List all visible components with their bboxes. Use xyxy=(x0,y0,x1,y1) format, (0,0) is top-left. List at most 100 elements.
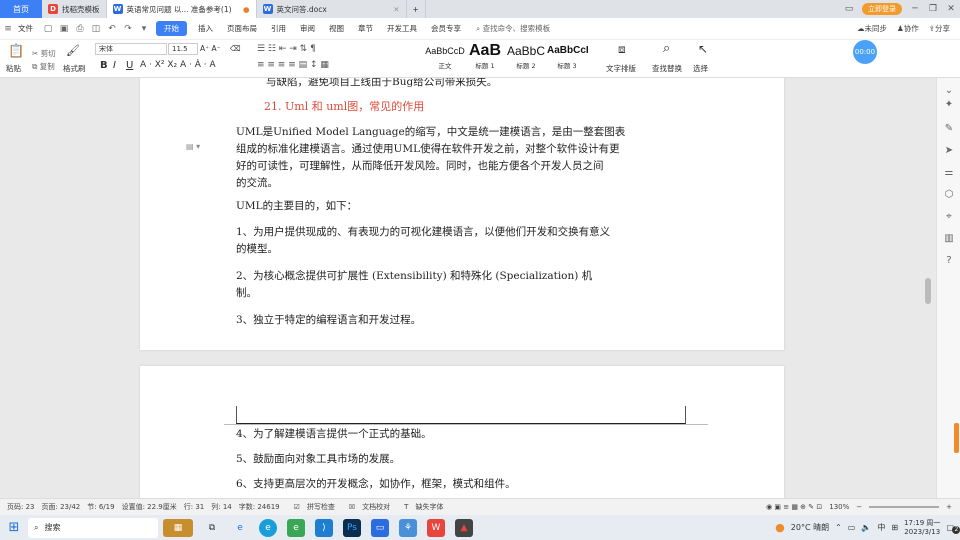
redo-icon[interactable]: ↷ xyxy=(120,24,136,34)
vscode-icon[interactable]: ⟩ xyxy=(315,518,333,537)
paste-button[interactable]: 粘贴 xyxy=(6,63,21,74)
zoom-level[interactable]: 130% xyxy=(829,503,849,511)
status-page-number[interactable]: 页码: 23 xyxy=(7,502,35,512)
volume-icon[interactable]: 🔈 xyxy=(861,523,871,532)
print-icon[interactable]: ⎙ xyxy=(72,24,88,34)
window-app-icon[interactable]: ▭ xyxy=(371,518,389,537)
network-app-icon[interactable]: ⚘ xyxy=(399,518,417,537)
zoom-out-icon[interactable]: − xyxy=(856,503,862,511)
underline-button[interactable]: U xyxy=(126,60,133,71)
layout-icon[interactable]: ▭ xyxy=(840,0,858,18)
font-size-select[interactable]: 11.5 xyxy=(168,43,198,55)
network-icon[interactable]: ▭ xyxy=(848,523,856,532)
wps-icon[interactable]: W xyxy=(427,518,445,537)
spell-check[interactable]: ☑ 拼写检查 xyxy=(287,502,335,512)
command-search[interactable]: ⌕ 查找命令、搜索模板 xyxy=(476,23,550,34)
find-replace-button[interactable]: 查找替换 xyxy=(652,63,682,74)
menu-member[interactable]: 会员专享 xyxy=(424,23,468,34)
book-icon[interactable]: ▥ xyxy=(942,232,956,246)
align-icons[interactable]: ≡ ≡ ≡ ≡ ▤ ↕ ▦ xyxy=(257,60,329,70)
paste-icon[interactable]: 📋 xyxy=(8,44,24,59)
menu-review[interactable]: 审阅 xyxy=(293,23,322,34)
tab-doc-2[interactable]: W 英文问答.docx ✕ xyxy=(257,0,407,18)
ime-settings-icon[interactable]: ⊞ xyxy=(891,523,898,532)
expand-icon[interactable]: ⌄ xyxy=(942,84,956,98)
tab-doc-1[interactable]: W 英语常见问题 以... 准备参考(1) ● xyxy=(106,0,257,18)
paragraph-marker-icon[interactable]: ▤ ▾ xyxy=(186,142,200,151)
select-button[interactable]: 选择 xyxy=(693,63,708,74)
cut-button[interactable]: ✂ 剪切 xyxy=(32,48,56,59)
home-tab[interactable]: 首页 xyxy=(0,0,42,18)
status-words[interactable]: 字数: 24619 xyxy=(239,502,280,512)
status-page[interactable]: 页面: 23/42 xyxy=(42,502,81,512)
status-setting[interactable]: 设置值: 22.9厘米 xyxy=(122,502,177,512)
pen-icon[interactable]: ✎ xyxy=(942,122,956,136)
save-icon[interactable]: ▣ xyxy=(56,24,72,34)
notification-icon[interactable]: ▢ 2 xyxy=(946,523,960,534)
font-name-select[interactable]: 宋体 xyxy=(95,43,167,55)
shape-icon[interactable]: ⬡ xyxy=(942,188,956,202)
status-section[interactable]: 节: 6/19 xyxy=(87,502,114,512)
menu-home[interactable]: 开始 xyxy=(156,21,187,36)
bold-button[interactable]: B xyxy=(100,60,108,71)
weather[interactable]: 20°C 晴朗 xyxy=(791,522,829,533)
tab-template[interactable]: D 找稻壳模板 xyxy=(42,0,107,18)
pointer-icon[interactable]: ➤ xyxy=(942,144,956,158)
print-preview-icon[interactable]: ◫ xyxy=(88,24,104,34)
timer-badge[interactable]: 00:00 xyxy=(853,40,877,64)
help-icon[interactable]: ? xyxy=(942,254,956,268)
ie-icon[interactable]: e xyxy=(231,519,249,537)
orange-marker[interactable] xyxy=(954,423,959,453)
menu-layout[interactable]: 页面布局 xyxy=(220,23,264,34)
dropdown-icon[interactable]: ▾ xyxy=(136,24,152,34)
doc-proof[interactable]: ☒ 文档校对 xyxy=(342,502,390,512)
tray-arrow-icon[interactable]: ⌃ xyxy=(835,523,842,532)
menu-view[interactable]: 视图 xyxy=(322,23,351,34)
copy-button[interactable]: ⧉ 复制 xyxy=(32,61,55,72)
undo-icon[interactable]: ↶ xyxy=(104,24,120,34)
menu-insert[interactable]: 插入 xyxy=(191,23,220,34)
new-doc-icon[interactable]: ▢ xyxy=(40,24,56,34)
brush-icon[interactable]: 🖌 xyxy=(66,44,80,57)
task-view-icon[interactable]: ⧉ xyxy=(203,519,221,537)
zoom-slider[interactable] xyxy=(869,506,940,508)
search-highlight-icon[interactable]: ▦ xyxy=(163,518,193,537)
menu-section[interactable]: 章节 xyxy=(351,23,380,34)
collab-button[interactable]: ♟协作 xyxy=(897,23,919,34)
minimize-icon[interactable]: ─ xyxy=(906,0,924,18)
ime-indicator[interactable]: 中 xyxy=(877,522,885,533)
new-tab-button[interactable]: + xyxy=(407,0,426,18)
taskbar-search[interactable]: ⌕ 搜索 xyxy=(28,517,158,538)
windows-start-icon[interactable]: ⊞ xyxy=(5,519,23,537)
close-icon[interactable]: ✕ xyxy=(393,5,399,14)
login-button[interactable]: 立即登录 xyxy=(862,3,902,15)
clear-format-icon[interactable]: ⌫ xyxy=(230,44,241,53)
location-icon[interactable]: ⌖ xyxy=(942,210,956,224)
style-normal[interactable]: AaBbCcD 正文 xyxy=(425,42,465,72)
vertical-scrollbar-thumb[interactable] xyxy=(925,278,931,304)
sync-status[interactable]: ☁未同步 xyxy=(857,23,887,34)
edge-icon[interactable]: e xyxy=(259,518,277,537)
document-workspace[interactable]: 与缺陷，避免项目上线由于Bug给公司带来损失。 21. Uml 和 uml图，常… xyxy=(0,78,936,498)
italic-button[interactable]: I xyxy=(113,60,116,71)
jetbrains-icon[interactable]: ▲ xyxy=(455,518,473,537)
menu-reference[interactable]: 引用 xyxy=(264,23,293,34)
style-icon[interactable]: ✦ xyxy=(942,98,956,112)
text-layout-button[interactable]: 文字排版 xyxy=(606,63,636,74)
menu-developer[interactable]: 开发工具 xyxy=(380,23,424,34)
share-button[interactable]: ⇪分享 xyxy=(929,23,950,34)
style-heading-3[interactable]: AaBbCcI 标题 3 xyxy=(547,42,589,72)
hamburger-icon[interactable]: ≡ xyxy=(0,24,16,34)
grow-font-icon[interactable]: A⁺ A⁻ xyxy=(200,44,221,53)
format-painter-button[interactable]: 格式刷 xyxy=(63,63,86,74)
view-icons[interactable]: ◉ ▣ ≡ ▦ ⊕ ✎ ⊡ xyxy=(766,503,822,511)
green-browser-icon[interactable]: e xyxy=(287,518,305,537)
style-heading-1[interactable]: AaB 标题 1 xyxy=(465,42,505,72)
file-menu[interactable]: 文件 xyxy=(16,23,40,34)
font-effects-icon[interactable]: A · X² X₂ A · Ȧ · A xyxy=(140,60,216,70)
style-heading-2[interactable]: AaBbC 标题 2 xyxy=(506,42,546,72)
close-window-icon[interactable]: ✕ xyxy=(942,0,960,18)
photoshop-icon[interactable]: Ps xyxy=(343,518,361,537)
zoom-in-icon[interactable]: + xyxy=(946,503,952,511)
list-icons[interactable]: ☰ ☷ ⇤ ⇥ ⇅ ¶ xyxy=(257,44,316,54)
